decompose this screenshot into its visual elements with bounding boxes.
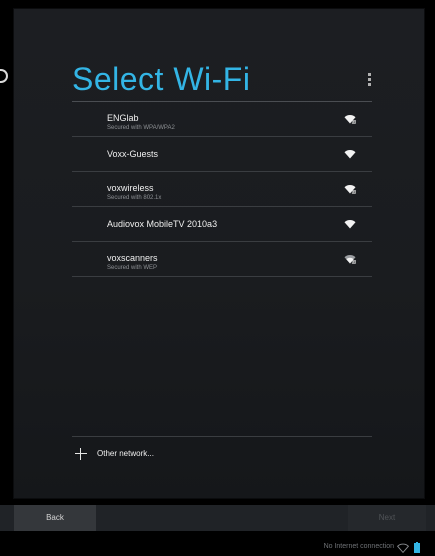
connection-status-text: No Internet connection <box>323 543 394 550</box>
overflow-menu-icon[interactable] <box>366 73 372 87</box>
network-name: voxwireless <box>107 183 154 193</box>
setup-screen: Select Wi-Fi ENGlab Secured with WPA/WPA… <box>0 0 435 556</box>
battery-icon <box>414 542 420 553</box>
plus-icon <box>75 448 87 460</box>
network-item-voxx-guests[interactable]: Voxx-Guests <box>72 137 372 172</box>
network-item-voxwireless[interactable]: voxwireless Secured with 802.1x <box>72 172 372 207</box>
other-network-label: Other network... <box>97 449 154 458</box>
page-title: Select Wi-Fi <box>72 61 251 97</box>
wifi-outline-icon <box>397 543 409 553</box>
network-security: Secured with 802.1x <box>107 195 162 201</box>
network-security: Secured with WPA/WPA2 <box>107 125 175 131</box>
wifi-locked-icon <box>344 115 356 124</box>
wifi-icon <box>344 220 356 229</box>
network-name: Voxx-Guests <box>107 149 159 159</box>
next-button[interactable]: Next <box>348 505 426 531</box>
wifi-icon <box>344 150 356 159</box>
wifi-locked-icon <box>344 255 356 264</box>
back-button[interactable]: Back <box>14 505 96 531</box>
wifi-locked-icon <box>344 185 356 194</box>
network-list: ENGlab Secured with WPA/WPA2 Voxx-Guests… <box>72 102 372 277</box>
network-item-englab[interactable]: ENGlab Secured with WPA/WPA2 <box>72 102 372 137</box>
other-network-item[interactable]: Other network... <box>72 438 372 470</box>
network-item-voxscanners[interactable]: voxscanners Secured with WEP <box>72 242 372 277</box>
side-edge-mark <box>0 69 8 83</box>
network-name: voxscanners <box>107 253 158 263</box>
other-network-divider <box>72 436 372 437</box>
network-security: Secured with WEP <box>107 265 158 271</box>
network-name: Audiovox MobileTV 2010a3 <box>107 219 218 229</box>
network-name: ENGlab <box>107 113 139 123</box>
network-item-audiovox-mobiletv[interactable]: Audiovox MobileTV 2010a3 <box>72 207 372 242</box>
